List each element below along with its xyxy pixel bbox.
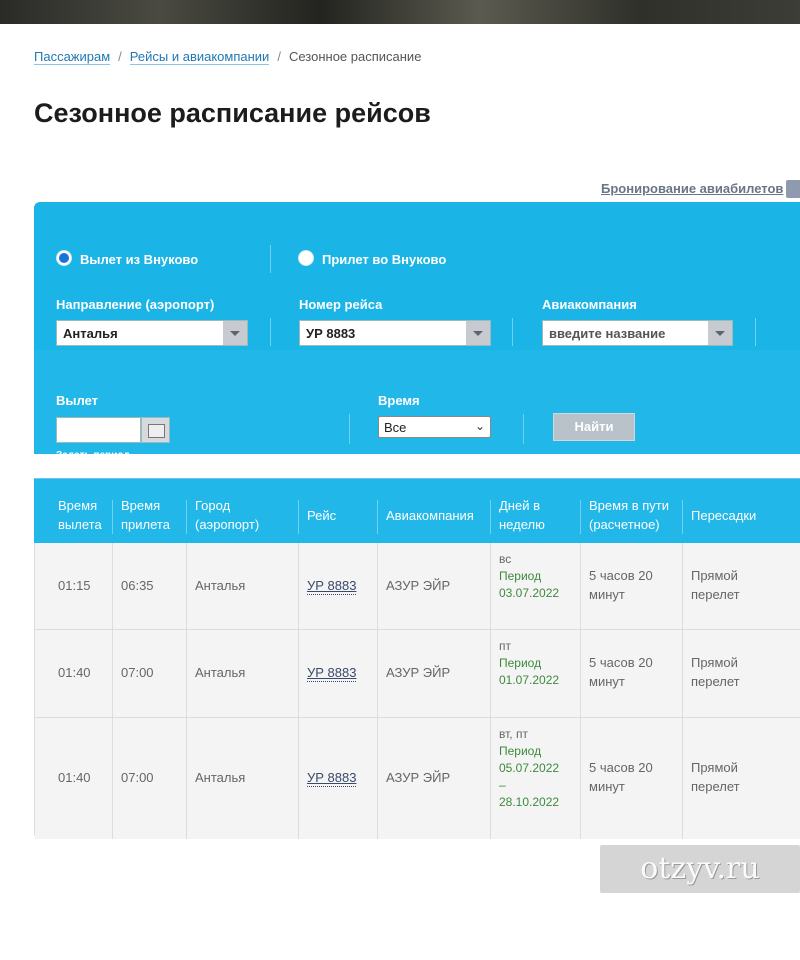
cell-airline: АЗУР ЭЙР bbox=[386, 665, 451, 680]
cell-duration: 5 часов 20 минут bbox=[589, 655, 653, 689]
chevron-down-icon[interactable] bbox=[223, 321, 247, 345]
header-departure-time: Время вылета bbox=[58, 498, 102, 532]
breadcrumb-link-flights-airlines[interactable]: Рейсы и авиакомпании bbox=[129, 49, 270, 65]
column-divider bbox=[186, 543, 187, 839]
header-divider bbox=[112, 500, 113, 534]
calendar-icon[interactable] bbox=[141, 417, 170, 443]
flight-number-label: Номер рейса bbox=[299, 297, 383, 312]
breadcrumb-separator: / bbox=[277, 49, 281, 64]
header-divider bbox=[682, 500, 683, 534]
header-divider bbox=[490, 500, 491, 534]
header-airline: Авиакомпания bbox=[386, 508, 474, 523]
time-select[interactable]: Все ⌄ bbox=[378, 416, 491, 438]
cell-days: пт Период 01.07.2022 bbox=[499, 639, 560, 687]
column-divider bbox=[377, 543, 378, 839]
radio-departure-label: Вылет из Внуково bbox=[80, 252, 199, 267]
radio-arrival-label: Прилет во Внуково bbox=[322, 252, 447, 267]
header-city: Город (аэропорт) bbox=[195, 498, 260, 532]
cell-transfers: Прямой перелет bbox=[691, 760, 740, 794]
cell-duration: 5 часов 20 минут bbox=[589, 568, 653, 602]
cell-arrival-time: 06:35 bbox=[121, 578, 154, 593]
watermark-logo: otzyv.ru bbox=[600, 845, 800, 893]
header-divider bbox=[298, 500, 299, 534]
divider bbox=[270, 245, 271, 273]
booking-icon[interactable] bbox=[786, 180, 800, 198]
cell-days: вт, пт Период 05.07.2022 – 28.10.2022 bbox=[499, 727, 560, 809]
direction-value: Анталья bbox=[63, 326, 118, 341]
cell-departure-time: 01:40 bbox=[58, 665, 91, 680]
time-label: Время bbox=[378, 393, 420, 408]
find-button[interactable]: Найти bbox=[553, 413, 635, 441]
header-divider bbox=[377, 500, 378, 534]
header-transfers: Пересадки bbox=[691, 508, 757, 523]
chevron-down-icon[interactable]: ⌄ bbox=[475, 419, 485, 433]
breadcrumb-link-passengers[interactable]: Пассажирам bbox=[34, 49, 111, 65]
cell-arrival-time: 07:00 bbox=[121, 770, 154, 785]
radio-checked-icon[interactable] bbox=[56, 250, 72, 266]
direction-select[interactable]: Анталья bbox=[56, 320, 248, 346]
header-divider bbox=[580, 500, 581, 534]
column-divider bbox=[682, 543, 683, 839]
divider bbox=[349, 414, 350, 444]
cell-arrival-time: 07:00 bbox=[121, 665, 154, 680]
cell-airline: АЗУР ЭЙР bbox=[386, 578, 451, 593]
breadcrumb: Пассажирам / Рейсы и авиакомпании / Сезонное… bbox=[34, 49, 422, 65]
cell-airline: АЗУР ЭЙР bbox=[386, 770, 451, 785]
time-value: Все bbox=[384, 420, 407, 435]
header-flight: Рейс bbox=[307, 508, 337, 523]
direction-label: Направление (аэропорт) bbox=[56, 297, 215, 312]
airline-label: Авиакомпания bbox=[542, 297, 637, 312]
flight-number-select[interactable]: УР 8883 bbox=[299, 320, 491, 346]
booking-link[interactable]: Бронирование авиабилетов bbox=[601, 181, 783, 196]
header-arrival-time: Время прилета bbox=[121, 498, 170, 532]
header-days: Дней в неделю bbox=[499, 498, 545, 532]
cell-transfers: Прямой перелет bbox=[691, 655, 740, 689]
cell-departure-time: 01:15 bbox=[58, 578, 91, 593]
header-divider bbox=[186, 500, 187, 534]
airline-placeholder: введите название bbox=[549, 326, 666, 341]
cell-flight-link[interactable]: УР 8883 bbox=[307, 578, 357, 595]
column-divider bbox=[580, 543, 581, 839]
chevron-down-icon[interactable] bbox=[466, 321, 490, 345]
date-input[interactable] bbox=[56, 417, 141, 443]
column-divider bbox=[112, 543, 113, 839]
column-divider bbox=[298, 543, 299, 839]
flight-number-value: УР 8883 bbox=[306, 326, 356, 341]
cell-flight-link[interactable]: УР 8883 bbox=[307, 665, 357, 682]
cell-transfers: Прямой перелет bbox=[691, 568, 740, 602]
breadcrumb-separator: / bbox=[118, 49, 122, 64]
background-photo-strip bbox=[0, 0, 800, 24]
cell-city: Анталья bbox=[195, 770, 246, 785]
divider bbox=[755, 318, 756, 346]
chevron-down-icon[interactable] bbox=[708, 321, 732, 345]
set-period-link[interactable]: Задать период bbox=[56, 450, 130, 461]
airline-input[interactable]: введите название bbox=[542, 320, 733, 346]
cell-city: Анталья bbox=[195, 578, 246, 593]
cell-city: Анталья bbox=[195, 665, 246, 680]
cell-duration: 5 часов 20 минут bbox=[589, 760, 653, 794]
divider bbox=[512, 318, 513, 346]
cell-departure-time: 01:40 bbox=[58, 770, 91, 785]
cell-days: вс Период 03.07.2022 bbox=[499, 552, 560, 600]
breadcrumb-current: Сезонное расписание bbox=[288, 49, 422, 64]
divider bbox=[523, 414, 524, 444]
column-divider bbox=[490, 543, 491, 839]
header-duration: Время в пути (расчетное) bbox=[589, 498, 669, 532]
divider bbox=[270, 318, 271, 346]
departure-date-label: Вылет bbox=[56, 393, 99, 408]
radio-unchecked-icon[interactable] bbox=[298, 250, 314, 266]
page-title: Сезонное расписание рейсов bbox=[34, 98, 431, 128]
cell-flight-link[interactable]: УР 8883 bbox=[307, 770, 357, 787]
